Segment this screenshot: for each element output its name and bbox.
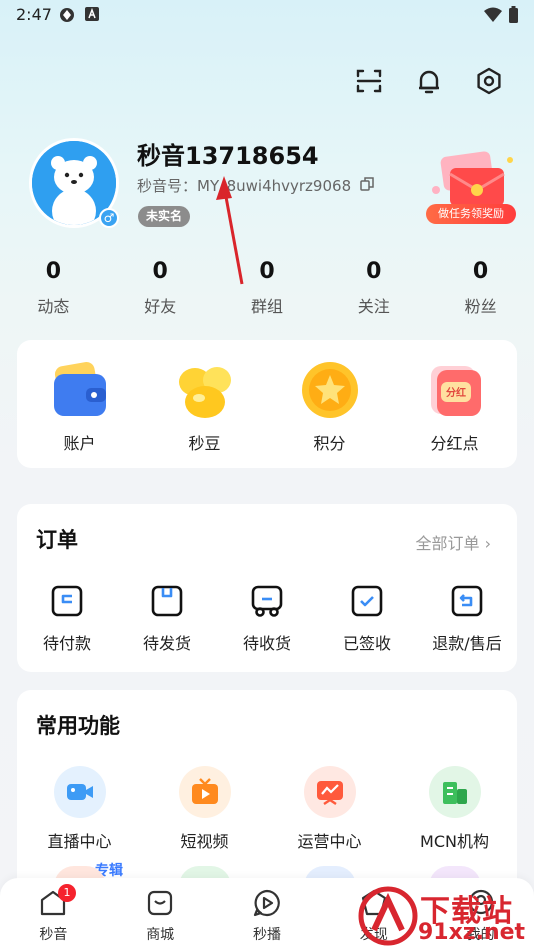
battery-icon <box>508 6 519 28</box>
function-short-video[interactable]: 短视频 <box>142 766 267 852</box>
function-label: 运营中心 <box>297 832 362 851</box>
bell-icon[interactable] <box>414 66 444 96</box>
stat-label: 动态 <box>37 297 70 316</box>
order-label: 待发货 <box>142 634 191 653</box>
orders-title: 订单 <box>36 528 78 552</box>
status-bar: 2:47 <box>0 0 534 30</box>
nav-label: 商城 <box>146 927 175 943</box>
user-id: 秒音号：MY_8uwi4hvyrz9068 <box>137 177 352 195</box>
copy-icon[interactable] <box>359 176 375 196</box>
order-items: 待付款 待发货 待收货 已签收 退款/售后 <box>17 584 517 654</box>
payment-pending-icon <box>51 585 83 617</box>
stat-value: 0 <box>259 259 275 284</box>
dividend-card-icon: 分红 <box>423 358 487 422</box>
username: 秒音13718654 <box>137 142 319 170</box>
task-reward-label: 做任务领奖励 <box>426 204 516 224</box>
stat-value: 0 <box>472 259 489 284</box>
asset-beans[interactable]: 秒豆 <box>142 340 267 468</box>
function-label: MCN机构 <box>420 832 489 851</box>
function-live-center[interactable]: 直播中心 <box>17 766 142 852</box>
stat-fans[interactable]: 0 粉丝 <box>427 259 534 317</box>
settings-icon[interactable] <box>474 66 504 96</box>
asset-account[interactable]: 账户 <box>17 340 142 468</box>
stat-label: 关注 <box>357 297 390 316</box>
chart-board-icon <box>303 766 356 818</box>
stat-friends[interactable]: 0 好友 <box>107 259 214 317</box>
stat-value: 0 <box>366 259 382 284</box>
order-label: 退款/售后 <box>432 634 502 653</box>
star-coin-icon <box>298 358 362 422</box>
watermark-logo-icon <box>358 886 418 946</box>
refund-icon <box>451 585 483 617</box>
asset-label: 账户 <box>63 434 96 453</box>
nav-label: 秒播 <box>252 927 281 943</box>
asset-label: 秒豆 <box>188 434 221 453</box>
nav-label: 秒音 <box>39 927 68 943</box>
task-reward-banner[interactable]: 做任务领奖励 <box>420 146 520 226</box>
all-orders-link[interactable]: 全部订单 › <box>416 530 492 554</box>
order-label: 待付款 <box>42 634 91 653</box>
stats-row: 0 动态 0 好友 0 群组 0 关注 0 粉丝 <box>0 259 534 317</box>
order-pending-receipt[interactable]: 待收货 <box>217 584 317 654</box>
user-id-row: 秒音号：MY_8uwi4hvyrz9068 <box>137 175 375 196</box>
order-refund[interactable]: 退款/售后 <box>417 584 517 654</box>
truck-icon <box>251 585 283 617</box>
orders-card: 订单 全部订单 › 待付款 待发货 待收货 已签收 退款/售后 <box>17 504 517 672</box>
asset-label: 分红点 <box>430 434 479 453</box>
function-label: 短视频 <box>180 832 229 851</box>
building-icon <box>428 766 481 818</box>
shop-bag-icon <box>148 890 173 916</box>
realname-status-badge[interactable]: 未实名 <box>138 206 191 227</box>
live-camera-icon <box>53 766 106 818</box>
status-time: 2:47 <box>16 5 52 24</box>
stat-value: 0 <box>45 259 62 284</box>
stat-groups[interactable]: 0 群组 <box>214 259 321 317</box>
check-box-icon <box>351 585 383 617</box>
function-mcn-agency[interactable]: MCN机构 <box>392 766 517 852</box>
order-label: 待收货 <box>242 634 291 653</box>
watermark-url: 91xz.net <box>418 920 526 945</box>
nav-miaobo[interactable]: 秒播 <box>214 878 321 950</box>
scan-icon[interactable] <box>354 66 384 96</box>
stat-label: 好友 <box>144 297 177 316</box>
stat-posts[interactable]: 0 动态 <box>0 259 107 317</box>
vpn-icon <box>58 6 76 28</box>
app-notification-icon <box>84 6 100 26</box>
tv-play-icon <box>178 766 231 818</box>
gift-envelope-icon <box>432 151 513 206</box>
svg-text:分红: 分红 <box>446 386 466 399</box>
order-label: 已签收 <box>342 634 391 653</box>
function-items: 直播中心 短视频 运营中心 MCN机构 <box>17 766 517 852</box>
stat-following[interactable]: 0 关注 <box>320 259 427 317</box>
asset-dividend[interactable]: 分红 分红点 <box>392 340 517 468</box>
top-actions <box>354 66 504 96</box>
nav-miaoyin[interactable]: 1 秒音 <box>0 878 107 950</box>
stat-label: 群组 <box>250 297 283 316</box>
play-bubble-icon <box>253 889 280 917</box>
box-icon <box>151 585 183 617</box>
assets-card: 账户 秒豆 积分 分红 分红点 <box>17 340 517 468</box>
function-operations-center[interactable]: 运营中心 <box>267 766 392 852</box>
function-label: 直播中心 <box>47 832 112 851</box>
wallet-icon <box>48 358 112 422</box>
watermark: 下载站 91xz.net <box>358 886 534 950</box>
order-pending-shipment[interactable]: 待发货 <box>117 584 217 654</box>
nav-mall[interactable]: 商城 <box>107 878 214 950</box>
notification-badge: 1 <box>58 884 76 902</box>
bean-icon <box>173 358 237 422</box>
stat-value: 0 <box>152 259 168 284</box>
order-pending-payment[interactable]: 待付款 <box>17 584 117 654</box>
wifi-icon <box>483 6 503 28</box>
functions-title: 常用功能 <box>36 714 120 738</box>
gender-male-icon: ♂ <box>99 208 119 228</box>
asset-points[interactable]: 积分 <box>267 340 392 468</box>
stat-label: 粉丝 <box>464 297 497 316</box>
order-signed[interactable]: 已签收 <box>317 584 417 654</box>
asset-label: 积分 <box>313 434 346 453</box>
